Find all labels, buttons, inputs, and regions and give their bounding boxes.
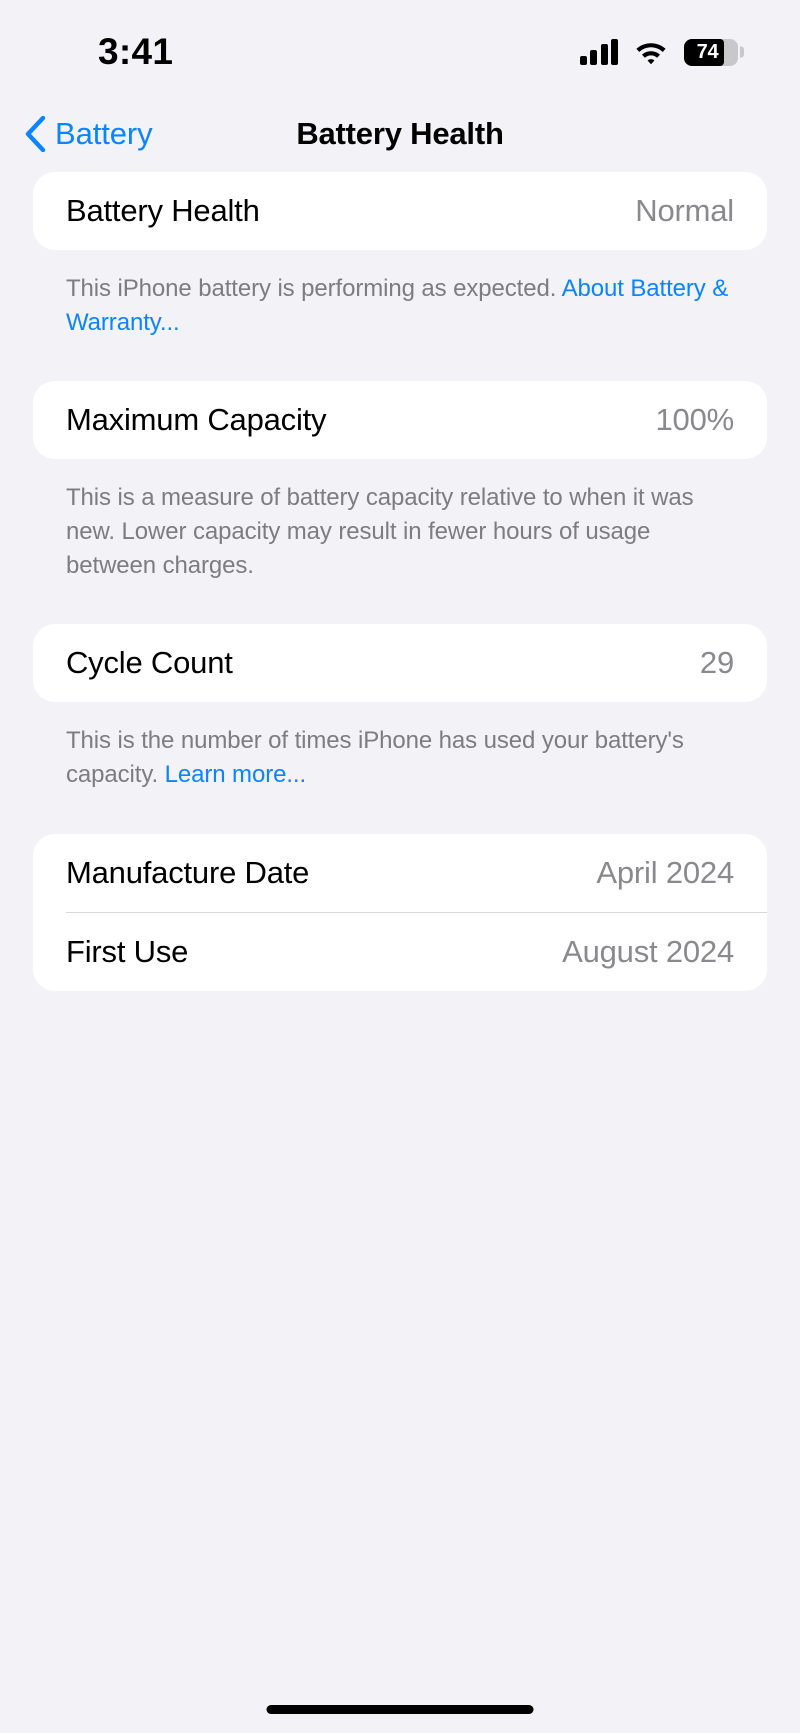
maximum-capacity-row[interactable]: Maximum Capacity 100%	[33, 381, 767, 459]
battery-nub	[740, 46, 744, 58]
cycle-count-card: Cycle Count 29	[33, 624, 767, 703]
back-button-label: Battery	[55, 116, 153, 151]
cycle-count-footer-text: This is the number of times iPhone has u…	[66, 727, 684, 789]
battery-percent-label: 74	[696, 40, 719, 63]
cycle-count-row[interactable]: Cycle Count 29	[33, 624, 767, 702]
learn-more-link[interactable]: Learn more...	[165, 761, 307, 788]
maximum-capacity-card: Maximum Capacity 100%	[33, 381, 767, 460]
first-use-row[interactable]: First Use August 2024	[33, 913, 767, 991]
manufacture-date-row[interactable]: Manufacture Date April 2024	[33, 834, 767, 912]
battery-dates-card: Manufacture Date April 2024 First Use Au…	[33, 833, 767, 991]
battery-health-footer-text: This iPhone battery is performing as exp…	[66, 275, 562, 302]
battery-health-row[interactable]: Battery Health Normal	[33, 172, 767, 250]
battery-icon: 74	[684, 38, 744, 66]
battery-health-value: Normal	[635, 193, 734, 228]
status-bar-indicators: 74	[579, 38, 744, 66]
battery-health-footer: This iPhone battery is performing as exp…	[33, 272, 767, 340]
battery-health-card: Battery Health Normal	[33, 172, 767, 250]
chevron-left-icon	[24, 116, 46, 152]
manufacture-date-label: Manufacture Date	[66, 854, 310, 890]
status-bar: 3:41 74	[0, 0, 800, 96]
cellular-signal-icon	[579, 39, 618, 65]
home-indicator[interactable]	[266, 1705, 534, 1714]
cycle-count-value: 29	[699, 645, 734, 681]
navigation-bar: Battery Battery Health	[0, 96, 800, 172]
cycle-count-footer: This is the number of times iPhone has u…	[33, 724, 767, 792]
manufacture-date-value: April 2024	[596, 854, 734, 890]
wifi-icon	[634, 39, 668, 65]
maximum-capacity-footer: This is a measure of battery capacity re…	[66, 484, 694, 580]
back-button[interactable]: Battery	[24, 116, 153, 152]
status-bar-time: 3:41	[98, 31, 174, 72]
maximum-capacity-value: 100%	[655, 402, 735, 438]
maximum-capacity-label: Maximum Capacity	[66, 402, 327, 438]
first-use-value: August 2024	[562, 933, 734, 969]
settings-content: Battery Health Normal This iPhone batter…	[0, 172, 800, 991]
first-use-label: First Use	[66, 933, 189, 969]
cycle-count-label: Cycle Count	[66, 645, 233, 681]
battery-health-label: Battery Health	[66, 193, 260, 228]
